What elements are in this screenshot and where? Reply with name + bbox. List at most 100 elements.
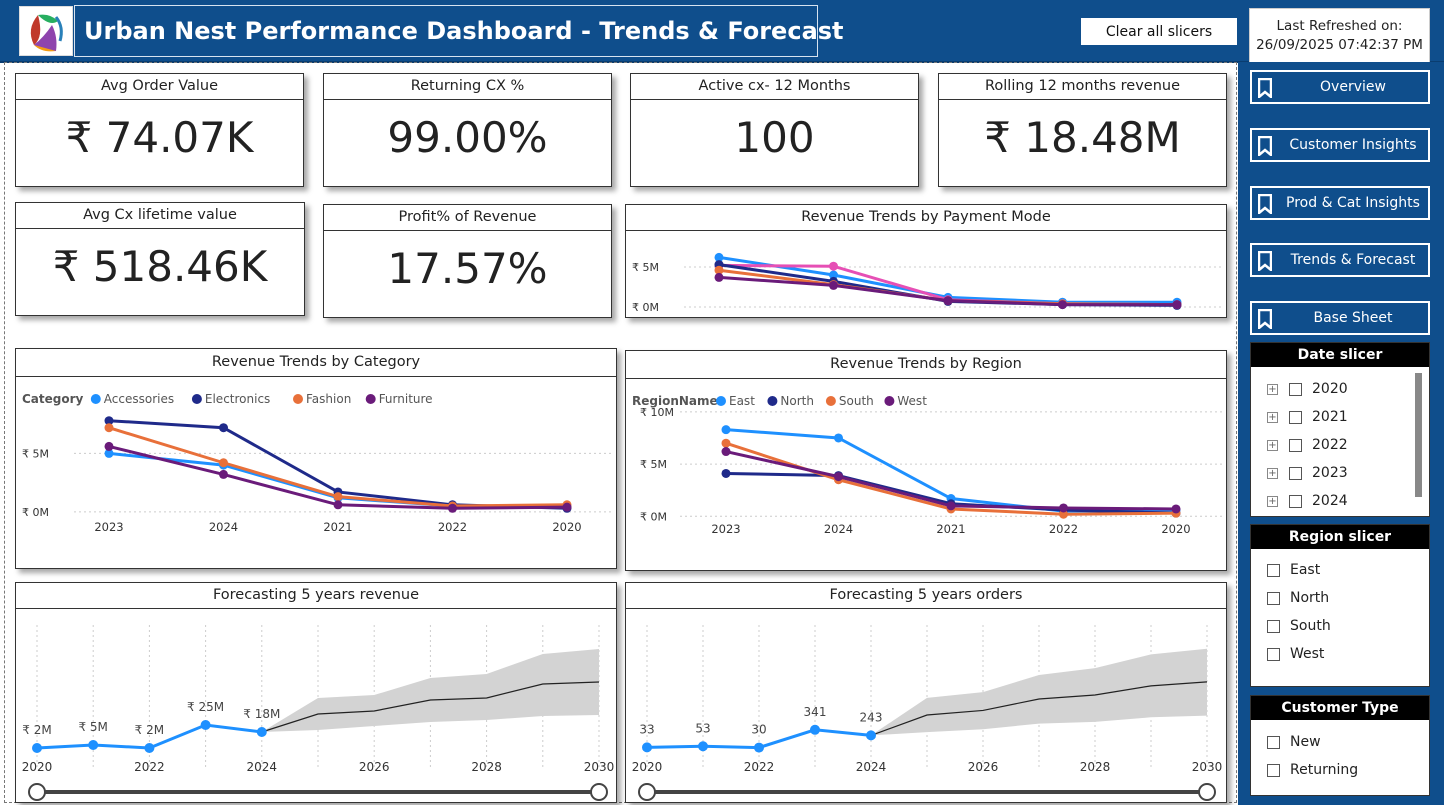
last-refreshed-label: Last Refreshed on: [1276, 18, 1403, 34]
legend-title: Category [22, 392, 84, 406]
data-point [829, 261, 838, 271]
kpi-profit-pct: Profit% of Revenue 17.57% [323, 204, 612, 318]
customer-type-slicer: Customer Type New Returning [1250, 695, 1430, 796]
legend-marker [293, 394, 303, 404]
right-nav-panel: Overview Customer Insights Prod & Cat In… [1238, 62, 1444, 805]
checkbox[interactable] [1267, 619, 1280, 633]
chart-payment-mode: Revenue Trends by Payment Mode ₹ 0M ₹ 5M [625, 204, 1227, 318]
date-item[interactable]: +2024 [1267, 491, 1348, 511]
region-item-label: East [1290, 562, 1321, 578]
data-label: ₹ 25M [187, 700, 224, 714]
date-item[interactable]: +2020 [1267, 379, 1348, 399]
data-point [1059, 503, 1068, 513]
checkbox[interactable] [1289, 382, 1302, 396]
nav-prod-cat-button[interactable]: Prod & Cat Insights [1250, 186, 1430, 220]
nav-trends-forecast-button[interactable]: Trends & Forecast [1250, 243, 1430, 277]
legend-label: South [839, 394, 874, 408]
date-item[interactable]: +2023 [1267, 463, 1348, 483]
x-tick-label: 2024 [209, 520, 238, 534]
data-label: 53 [695, 721, 710, 735]
data-point [754, 742, 764, 753]
last-refreshed-box: Last Refreshed on: 26/09/2025 07:42:37 P… [1249, 8, 1430, 64]
data-point [256, 727, 267, 737]
last-refreshed-value: 26/09/2025 07:42:37 PM [1256, 37, 1423, 53]
date-item[interactable]: +2021 [1267, 407, 1348, 427]
expand-icon[interactable]: + [1267, 383, 1278, 395]
nav-base-sheet-button[interactable]: Base Sheet [1250, 301, 1430, 335]
region-slicer: Region slicer East North South West [1250, 524, 1430, 687]
date-item[interactable]: +2022 [1267, 435, 1348, 455]
y-tick-label: ₹ 5M [22, 447, 49, 460]
data-point [144, 743, 155, 753]
data-point [88, 740, 99, 750]
customer-item[interactable]: New [1267, 732, 1321, 752]
kpi-title: Returning CX % [324, 74, 611, 100]
expand-icon[interactable]: + [1267, 467, 1278, 479]
region-svg: ₹ 0M₹ 5M₹ 10M2023 2024 2021 2022 2020RegionN… [632, 394, 1222, 536]
data-label: 341 [804, 705, 827, 719]
checkbox[interactable] [1267, 735, 1280, 749]
data-point [834, 433, 843, 443]
data-point [1172, 300, 1182, 310]
expand-icon[interactable]: + [1267, 439, 1278, 451]
nav-overview-button[interactable]: Overview [1250, 70, 1430, 104]
date-item-label: 2022 [1312, 437, 1348, 453]
legend-label: Fashion [306, 392, 351, 406]
y-tick-label: ₹ 0M [22, 506, 49, 519]
legend-marker [90, 394, 101, 404]
x-tick-label: 2026 [968, 760, 999, 774]
checkbox[interactable] [1267, 591, 1280, 605]
range-slider-handle-end [1198, 783, 1216, 801]
region-item-label: North [1290, 590, 1330, 606]
nav-customer-insights-button[interactable]: Customer Insights [1250, 128, 1430, 162]
data-label: ₹ 5M [78, 720, 107, 734]
data-point [721, 425, 731, 435]
title-box: Urban Nest Performance Dashboard - Trend… [74, 5, 844, 57]
scrollbar-thumb[interactable] [1415, 373, 1422, 497]
slicer-title: Customer Type [1251, 696, 1429, 720]
x-tick-label: 2020 [632, 760, 663, 774]
clear-all-slicers-button[interactable]: Clear all slicers [1081, 18, 1237, 45]
x-tick-label: 2024 [856, 760, 887, 774]
range-slider-handle-start [28, 783, 46, 801]
slicer-scrollbar[interactable] [1415, 373, 1422, 497]
region-item[interactable]: North [1267, 588, 1329, 608]
data-point [943, 296, 953, 306]
nav-label: Base Sheet [1313, 310, 1393, 326]
logo [19, 6, 73, 56]
checkbox[interactable] [1267, 647, 1280, 661]
expand-icon[interactable]: + [1267, 495, 1278, 507]
kpi-title: Avg Cx lifetime value [16, 203, 304, 229]
y-tick-label: ₹ 5M [632, 261, 659, 274]
date-item-label: 2020 [1312, 381, 1348, 397]
checkbox[interactable] [1289, 494, 1302, 508]
data-label: ₹ 18M [243, 707, 280, 721]
data-point [721, 468, 731, 478]
legend-label: Electronics [205, 392, 270, 406]
chart-category: Revenue Trends by Category ₹ 0M ₹ 5M 2023 2… [15, 348, 617, 569]
expand-icon[interactable]: + [1267, 411, 1278, 423]
legend-label: Accessories [104, 392, 174, 406]
checkbox[interactable] [1267, 763, 1280, 777]
legend-marker [767, 396, 778, 406]
region-item[interactable]: South [1267, 616, 1331, 636]
x-tick-label: 2023 [94, 520, 123, 534]
checkbox[interactable] [1289, 466, 1302, 480]
checkbox[interactable] [1267, 563, 1280, 577]
legend-title: RegionName [632, 394, 718, 408]
checkbox[interactable] [1289, 438, 1302, 452]
nav-label: Overview [1320, 79, 1386, 95]
data-point [333, 492, 343, 502]
category-svg: ₹ 0M ₹ 5M 2023 2024 2021 2022 2020 Category Acce… [22, 392, 614, 534]
checkbox[interactable] [1289, 410, 1302, 424]
data-point [219, 469, 228, 479]
region-item[interactable]: East [1267, 560, 1320, 580]
x-tick-label: 2021 [323, 520, 352, 534]
data-point [834, 472, 843, 482]
chart-forecast-orders: Forecasting 5 years orders 2020 2022 2024 2… [625, 582, 1227, 803]
x-tick-label: 2030 [1192, 760, 1223, 774]
customer-item[interactable]: Returning [1267, 760, 1358, 780]
kpi-value: 99.00% [387, 113, 548, 162]
data-label: 243 [860, 710, 883, 724]
region-item[interactable]: West [1267, 644, 1324, 664]
